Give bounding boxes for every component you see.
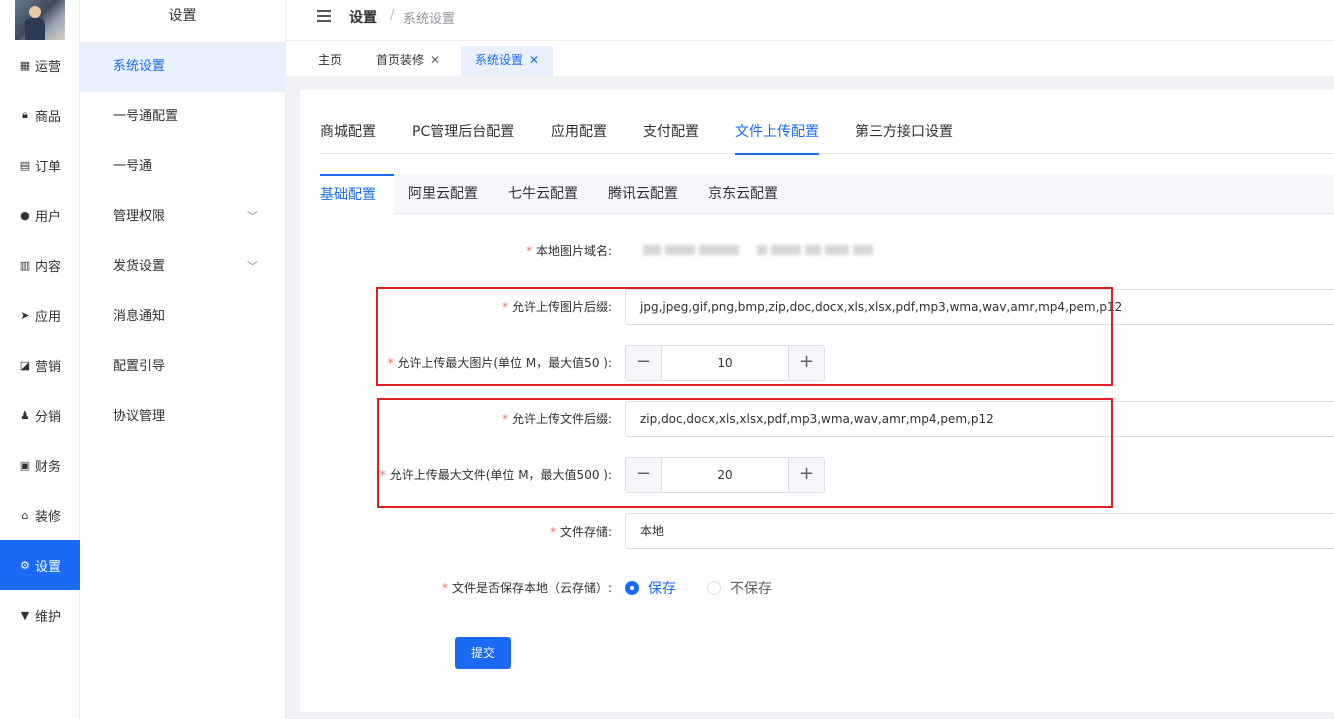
tab-file-upload-config[interactable]: 文件上传配置: [735, 121, 819, 155]
storage-select[interactable]: 本地: [625, 513, 1334, 549]
local-domain-field[interactable]: [625, 233, 1334, 269]
content-card: 商城配置 PC管理后台配置 应用配置 支付配置 文件上传配置 第三方接口设置 基…: [300, 90, 1334, 712]
top-header: 设置 / 系统设置: [286, 0, 1334, 41]
radio-dot: [625, 581, 639, 595]
subtab-tencent[interactable]: 腾讯云配置: [594, 174, 692, 214]
chevron-down-icon: ﹀: [247, 260, 258, 273]
tab-third-party-api[interactable]: 第三方接口设置: [855, 121, 953, 153]
nav-item-operations[interactable]: ▦ 运营: [0, 40, 80, 90]
radio-no-save[interactable]: 不保存: [707, 578, 772, 598]
tab-mall-config[interactable]: 商城配置: [320, 121, 376, 153]
user-icon: ●: [20, 208, 30, 222]
home-icon: ⌂: [21, 508, 29, 522]
chevron-down-icon: ﹀: [247, 210, 258, 223]
wallet-icon: ▣: [19, 458, 31, 472]
submenu-item-yihaotong-config[interactable]: 一号通配置: [80, 92, 286, 142]
highlight-box: [376, 287, 1113, 386]
tab-payment-config[interactable]: 支付配置: [643, 121, 699, 153]
nav-item-marketing[interactable]: ◪ 营销: [0, 340, 80, 390]
gear-icon: ⚙: [20, 558, 30, 572]
local-domain-label: * 本地图片域名:: [525, 244, 612, 258]
nav-item-products[interactable]: 🔒︎ 商品: [0, 90, 80, 140]
nav-item-users[interactable]: ● 用户: [0, 190, 80, 240]
subtab-basic[interactable]: 基础配置: [320, 174, 394, 214]
send-icon: ➤: [20, 308, 30, 322]
settings-submenu: 设置 系统设置 一号通配置 一号通 管理权限 ﹀ 发货设置 ﹀ 消息通知 配置引导 …: [80, 0, 286, 719]
storage-label: * 文件存储:: [549, 525, 612, 539]
nav-item-settings[interactable]: ⚙ 设置: [0, 540, 80, 590]
tab-pc-admin-config[interactable]: PC管理后台配置: [412, 121, 514, 153]
submenu-item-notifications[interactable]: 消息通知: [80, 292, 286, 342]
pin-icon: ▼: [20, 608, 30, 622]
highlight-box: [377, 398, 1113, 508]
book-icon: ▥: [19, 258, 31, 272]
nav-item-distribution[interactable]: ♟ 分销: [0, 390, 80, 440]
close-icon[interactable]: ✕: [529, 53, 539, 67]
page-tab-home-decoration[interactable]: 首页装修 ✕: [362, 46, 454, 76]
submenu-item-shipping[interactable]: 发货设置 ﹀: [80, 242, 286, 292]
menu-fold-icon[interactable]: [317, 10, 331, 22]
person-icon: ♟: [20, 408, 30, 422]
submenu-item-config-guide[interactable]: 配置引导: [80, 342, 286, 392]
avatar[interactable]: [15, 0, 65, 40]
grid-icon: ▦: [19, 58, 31, 72]
page-tab-system-settings[interactable]: 系统设置 ✕: [461, 46, 554, 76]
main-nav-rail: ▦ 运营 🔒︎ 商品 ▤ 订单 ● 用户 ▥ 内容 ➤ 应用 ◪ 营销 ♟ 分销 ▣ 财务 ⌂ 装修…: [0, 0, 80, 719]
save-local-radio-group: 保存 不保存: [625, 578, 925, 598]
breadcrumb-current: 系统设置: [403, 12, 456, 27]
page-tabs-bar: 主页 首页装修 ✕ 系统设置 ✕: [286, 41, 1334, 76]
nav-item-finance[interactable]: ▣ 财务: [0, 440, 80, 490]
nav-item-maintenance[interactable]: ▼ 维护: [0, 590, 80, 640]
submenu-item-system-settings[interactable]: 系统设置: [80, 42, 286, 92]
config-tabs: 商城配置 PC管理后台配置 应用配置 支付配置 文件上传配置 第三方接口设置: [320, 114, 1334, 155]
nav-item-orders[interactable]: ▤ 订单: [0, 140, 80, 190]
close-icon[interactable]: ✕: [430, 53, 440, 67]
submenu-item-agreements[interactable]: 协议管理: [80, 392, 286, 442]
submenu-item-permissions[interactable]: 管理权限 ﹀: [80, 192, 286, 242]
tab-app-config[interactable]: 应用配置: [551, 121, 607, 153]
chart-icon: ◪: [19, 358, 31, 372]
nav-item-apps[interactable]: ➤ 应用: [0, 290, 80, 340]
subtab-aliyun[interactable]: 阿里云配置: [394, 174, 492, 214]
lock-icon: 🔒︎: [22, 108, 28, 121]
nav-item-content[interactable]: ▥ 内容: [0, 240, 80, 290]
breadcrumb-separator: /: [390, 8, 395, 23]
document-icon: ▤: [19, 158, 31, 172]
submenu-title: 设置: [168, 8, 197, 24]
redacted-value: [625, 233, 1323, 267]
breadcrumb-parent[interactable]: 设置: [349, 7, 377, 27]
subtab-qiniu[interactable]: 七牛云配置: [494, 174, 592, 214]
submit-button[interactable]: 提交: [455, 637, 511, 669]
nav-item-decoration[interactable]: ⌂ 装修: [0, 490, 80, 540]
storage-sub-tabs: 基础配置 阿里云配置 七牛云配置 腾讯云配置 京东云配置: [320, 174, 1334, 214]
radio-dot: [707, 581, 721, 595]
page-tab-home[interactable]: 主页: [304, 46, 356, 76]
submenu-item-yihaotong[interactable]: 一号通: [80, 142, 286, 192]
radio-save[interactable]: 保存: [625, 578, 676, 598]
save-local-label: * 文件是否保存本地（云存储）:: [441, 581, 612, 595]
subtab-jd[interactable]: 京东云配置: [694, 174, 792, 214]
